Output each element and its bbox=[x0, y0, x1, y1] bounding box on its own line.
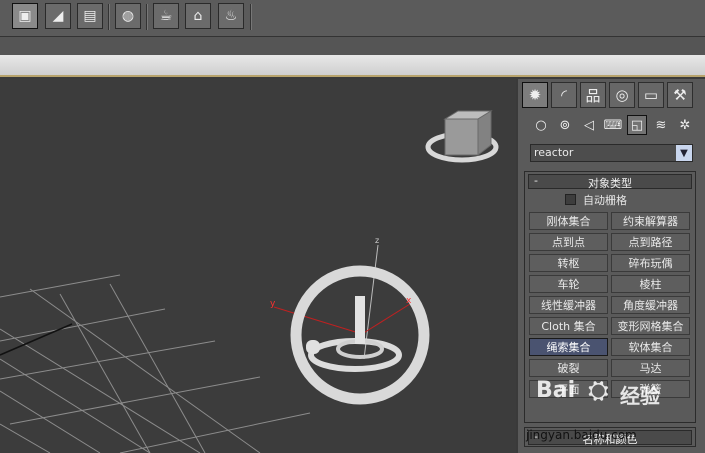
modify-tab[interactable]: ◜ bbox=[551, 82, 577, 108]
grid-axis-line bbox=[0, 323, 73, 356]
object-type-button[interactable]: 约束解算器 bbox=[611, 212, 690, 230]
reactor-helper-gizmo[interactable]: z y x bbox=[270, 236, 430, 405]
systems-icon[interactable]: ✲ bbox=[675, 115, 695, 135]
watermark-brand: Bai bbox=[536, 378, 576, 403]
object-type-button[interactable]: 刚体集合 bbox=[529, 212, 608, 230]
z-axis-label: z bbox=[375, 236, 379, 245]
display-tab[interactable]: ▭ bbox=[638, 82, 664, 108]
toolbar-separator bbox=[108, 4, 110, 30]
y-axis-label: y bbox=[270, 299, 276, 309]
paw-icon: ⛭ bbox=[588, 376, 609, 406]
curve-editor-icon[interactable]: ◢ bbox=[45, 3, 71, 29]
helper-category-dropdown[interactable]: reactor ▼ bbox=[530, 144, 693, 162]
rollout-title: 对象类型 bbox=[588, 177, 632, 190]
auto-grid-label: 自动栅格 bbox=[583, 194, 627, 207]
schematic-view-icon[interactable]: ▤ bbox=[77, 3, 103, 29]
baidu-jingyan-watermark: Bai ⛭ 经验 jingyan.baidu.com bbox=[508, 368, 698, 452]
object-type-button[interactable]: Cloth 集合 bbox=[529, 317, 608, 335]
viewport-scene: z y x bbox=[0, 110, 499, 453]
object-type-button[interactable]: 点到点 bbox=[529, 233, 608, 251]
viewcube-icon[interactable] bbox=[425, 110, 499, 163]
object-type-button[interactable]: 绳索集合 bbox=[529, 338, 608, 356]
object-type-button[interactable]: 车轮 bbox=[529, 275, 608, 293]
object-type-button[interactable]: 线性缓冲器 bbox=[529, 296, 608, 314]
layer-manager-icon[interactable]: ▣ bbox=[12, 3, 38, 29]
ribbon-strip bbox=[0, 37, 705, 55]
create-tab[interactable]: ✹ bbox=[522, 82, 548, 108]
toolbar-separator bbox=[146, 4, 148, 30]
perspective-viewport[interactable]: z y x bbox=[0, 79, 516, 453]
watermark-site-cn: 经验 bbox=[620, 384, 660, 408]
toolbar-separator bbox=[250, 4, 252, 30]
object-type-button[interactable]: 转枢 bbox=[529, 254, 608, 272]
object-type-button[interactable]: 角度缓冲器 bbox=[611, 296, 690, 314]
material-editor-icon[interactable]: ◍ bbox=[115, 3, 141, 29]
utilities-tab[interactable]: ⚒ bbox=[667, 82, 693, 108]
render-icon[interactable]: ♨ bbox=[218, 3, 244, 29]
dropdown-value: reactor bbox=[534, 146, 574, 159]
object-type-rollout-header[interactable]: - 对象类型 bbox=[528, 174, 692, 190]
object-type-button[interactable]: 软体集合 bbox=[611, 338, 690, 356]
object-type-button[interactable]: 碎布玩偶 bbox=[611, 254, 690, 272]
watermark-url: jingyan.baidu.com bbox=[526, 428, 637, 442]
rendered-frame-window-icon[interactable]: ⌂ bbox=[185, 3, 211, 29]
helpers-icon[interactable]: ◱ bbox=[627, 115, 647, 135]
auto-grid-checkbox[interactable] bbox=[565, 194, 576, 205]
cameras-icon[interactable]: ⌨ bbox=[603, 115, 623, 135]
space-warps-icon[interactable]: ≋ bbox=[651, 115, 671, 135]
x-axis-label: x bbox=[406, 296, 412, 306]
render-setup-icon[interactable]: ☕ bbox=[153, 3, 179, 29]
lights-icon[interactable]: ◁ bbox=[579, 115, 599, 135]
chevron-down-icon[interactable]: ▼ bbox=[676, 145, 692, 161]
object-type-button[interactable]: 点到路径 bbox=[611, 233, 690, 251]
geometry-icon[interactable]: ○ bbox=[531, 115, 551, 135]
hierarchy-tab[interactable]: 品 bbox=[580, 82, 606, 108]
object-type-button[interactable]: 变形网格集合 bbox=[611, 317, 690, 335]
object-type-button[interactable]: 棱柱 bbox=[611, 275, 690, 293]
shapes-icon[interactable]: ⊚ bbox=[555, 115, 575, 135]
main-toolbar: ▣ ◢ ▤ ◍ ☕ ⌂ ♨ bbox=[0, 0, 705, 37]
motion-tab[interactable]: ◎ bbox=[609, 82, 635, 108]
home-grid bbox=[0, 274, 311, 453]
ribbon-bar bbox=[0, 55, 705, 77]
